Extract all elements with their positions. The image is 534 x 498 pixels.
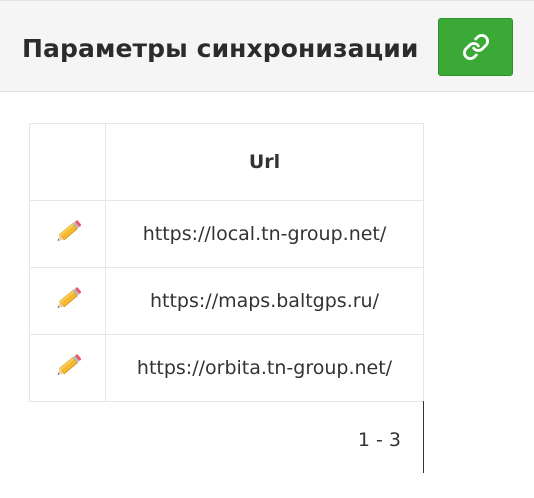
table-row: https://orbita.tn-group.net/ — [29, 334, 424, 402]
sync-urls-table: Url https://local.tn-group.net/ https://… — [29, 123, 424, 402]
link-icon — [462, 33, 490, 61]
url-cell: https://maps.baltgps.ru/ — [105, 267, 424, 335]
url-cell: https://local.tn-group.net/ — [105, 200, 424, 268]
pencil-icon[interactable] — [51, 349, 85, 383]
pencil-icon[interactable] — [51, 215, 85, 249]
table-header-row: Url — [29, 123, 424, 201]
table-row: https://maps.baltgps.ru/ — [29, 267, 424, 335]
column-header-url: Url — [105, 123, 424, 201]
table-row: https://local.tn-group.net/ — [29, 200, 424, 268]
edit-cell — [29, 334, 106, 402]
page-title: Параметры синхронизации — [22, 34, 419, 63]
url-cell: https://orbita.tn-group.net/ — [105, 334, 424, 402]
page-header: Параметры синхронизации — [0, 0, 534, 92]
column-header-actions — [29, 123, 106, 201]
pager: 1 - 3 — [29, 401, 424, 473]
pencil-icon[interactable] — [51, 282, 85, 316]
edit-cell — [29, 267, 106, 335]
pager-range-label: 1 - 3 — [357, 429, 401, 451]
pager-divider — [423, 401, 424, 473]
link-button[interactable] — [438, 18, 513, 76]
edit-cell — [29, 200, 106, 268]
